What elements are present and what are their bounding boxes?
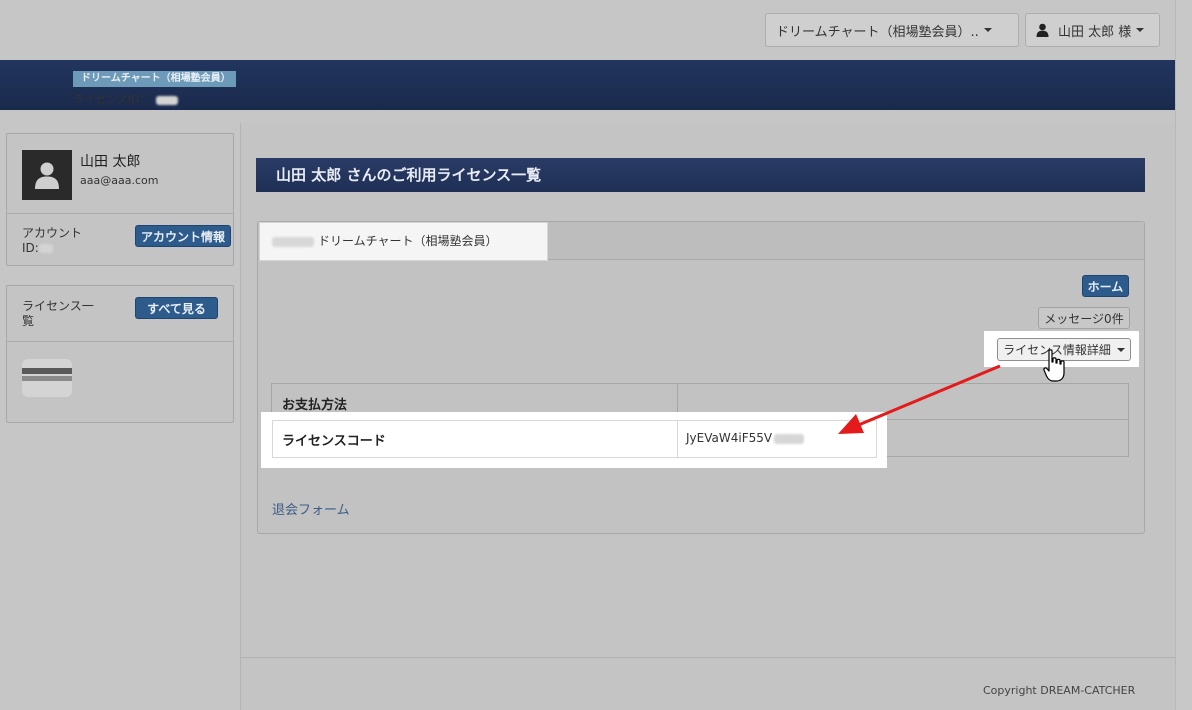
profile-panel: 山田 太郎 aaa@aaa.com アカウント ID: アカウント情報 (6, 133, 234, 266)
license-item-name[interactable]: ドリームチャート（相場塾会員） (73, 71, 236, 87)
account-info-button[interactable]: アカウント情報 (135, 225, 231, 247)
licenses-title: ライセンス一覧 (22, 299, 94, 328)
redacted-id (155, 95, 178, 105)
product-dropdown[interactable]: ドリームチャート（相場塾会員）.. (765, 13, 1019, 47)
red-arrow (838, 364, 1001, 434)
home-button[interactable]: ホーム (1082, 275, 1129, 297)
redacted-license-prefix (272, 236, 314, 247)
license-thumbnail (22, 359, 72, 397)
redacted-id (38, 244, 53, 253)
product-dropdown-label: ドリームチャート（相場塾会員）.. (776, 24, 979, 40)
account-label-block: アカウント ID: (22, 226, 82, 256)
avatar (22, 150, 72, 200)
caret-down-icon (1136, 28, 1145, 32)
license-panel (257, 221, 1145, 534)
withdraw-form-link[interactable]: 退会フォーム (272, 499, 350, 518)
profile-email: aaa@aaa.com (80, 174, 159, 187)
payment-method-label: お支払方法 (282, 398, 348, 413)
user-menu-label: 山田 太郎 様 (1058, 24, 1132, 40)
user-menu-dropdown[interactable]: 山田 太郎 様 (1025, 13, 1160, 47)
window-scrollbar[interactable] (1175, 0, 1192, 710)
account-id-label: ID: (22, 241, 82, 256)
divider (7, 341, 233, 342)
license-code-value: JyEVaW4iF55V (686, 431, 805, 445)
table-column-divider (677, 420, 678, 458)
page-title: 山田 太郎 さんのご利用ライセンス一覧 (256, 158, 1145, 192)
copyright: Copyright DREAM-CATCHER (983, 684, 1136, 697)
license-code-label: ライセンスコード (282, 434, 386, 449)
divider (241, 657, 1175, 658)
license-item-id: ライセンスID： (73, 91, 178, 107)
view-all-button[interactable]: すべて見る (135, 297, 218, 319)
redacted-code-suffix (774, 433, 805, 444)
hand-cursor-icon (1043, 349, 1065, 382)
user-icon (35, 162, 59, 189)
account-label: アカウント (22, 226, 83, 240)
messages-button[interactable]: メッセージ0件 (1038, 307, 1130, 329)
profile-name: 山田 太郎 (80, 154, 141, 170)
caret-down-icon (1116, 347, 1125, 352)
licenses-panel: ライセンス一覧 すべて見る (6, 285, 234, 423)
user-icon (1036, 23, 1049, 37)
divider (7, 213, 233, 214)
caret-down-icon (983, 28, 992, 32)
tab-license-product[interactable]: ドリームチャート（相場塾会員） (259, 222, 548, 261)
tab-label: ドリームチャート（相場塾会員） (318, 234, 498, 248)
